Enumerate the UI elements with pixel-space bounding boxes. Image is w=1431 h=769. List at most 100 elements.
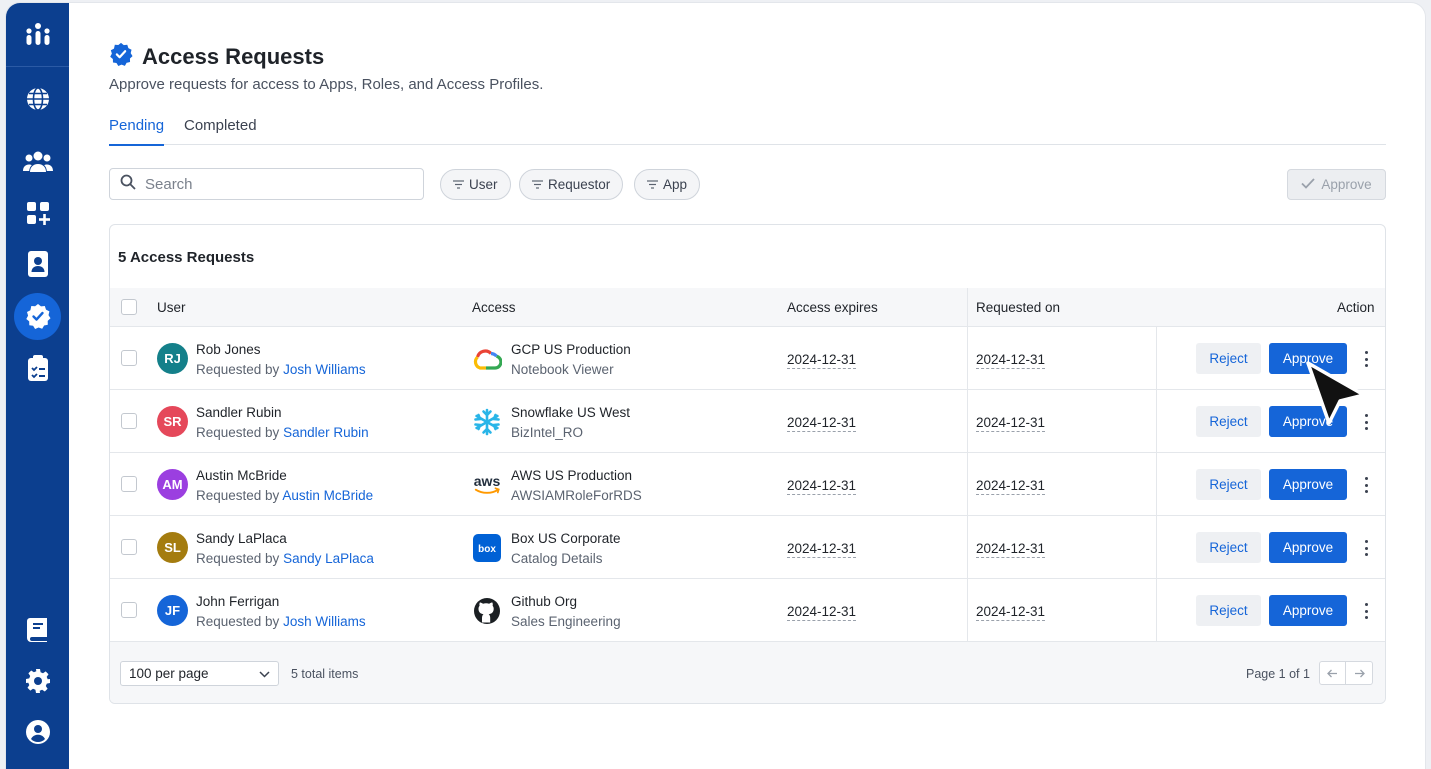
aws-logo-text: aws [474,473,501,489]
more-options-icon[interactable] [1360,475,1372,495]
requests-count-title: 5 Access Requests [118,249,255,266]
reject-button[interactable]: Reject [1196,595,1261,626]
app-name: Snowflake US West [511,405,631,420]
requested-on-date[interactable]: 2024-12-31 [976,478,1046,495]
users-icon[interactable] [6,140,69,184]
aws-icon: aws [472,470,502,500]
requestor-link[interactable]: Sandler Rubin [283,425,369,440]
filter-requestor-button[interactable]: Requestor [519,169,624,200]
avatar: SR [157,406,188,437]
column-user: User [157,300,186,315]
row-checkbox[interactable] [121,350,137,366]
page-header: Access Requests [109,42,324,71]
profile-icon[interactable] [6,710,69,754]
table-header: User Access Access expires Requested on … [110,288,1385,327]
app-name: GCP US Production [511,342,631,357]
brand-logo[interactable] [6,3,69,67]
app-role: Sales Engineering [511,614,621,629]
next-page-button[interactable] [1346,661,1373,685]
check-icon [1301,177,1315,192]
search-icon [120,174,136,195]
approve-button[interactable]: Approve [1269,532,1347,563]
table-row: SR Sandler Rubin Requested by Sandler Ru… [110,390,1385,453]
search-box [109,168,424,200]
book-icon[interactable] [6,608,69,652]
requested-on-date[interactable]: 2024-12-31 [976,415,1046,432]
table-row: JF John Ferrigan Requested by Josh Willi… [110,579,1385,642]
table-row: SL Sandy LaPlaca Requested by Sandy LaPl… [110,516,1385,579]
requested-by: Requested by Austin McBride [196,488,373,503]
arrow-left-icon [1327,666,1338,681]
filter-user-label: User [469,177,498,192]
user-name: Austin McBride [196,468,287,483]
access-expires-date[interactable]: 2024-12-31 [787,541,857,558]
requested-on-date[interactable]: 2024-12-31 [976,352,1046,369]
app-role: BizIntel_RO [511,425,584,440]
requested-on-date[interactable]: 2024-12-31 [976,541,1046,558]
column-access: Access [472,300,516,315]
access-expires-date[interactable]: 2024-12-31 [787,478,857,495]
reject-button[interactable]: Reject [1196,469,1261,500]
per-page-select[interactable]: 100 per page [120,661,279,686]
avatar: AM [157,469,188,500]
user-name: John Ferrigan [196,594,280,609]
more-options-icon[interactable] [1360,601,1372,621]
prev-page-button[interactable] [1319,661,1346,685]
reject-button[interactable]: Reject [1196,532,1261,563]
snowflake-icon [472,407,502,437]
requestor-link[interactable]: Josh Williams [283,362,366,377]
approve-button[interactable]: Approve [1269,469,1347,500]
globe-icon[interactable] [6,77,69,121]
tab-pending[interactable]: Pending [109,117,165,146]
page-info: Page 1 of 1 [1246,667,1310,681]
filter-icon [532,177,543,192]
requested-by: Requested by Sandy LaPlaca [196,551,374,566]
row-checkbox[interactable] [121,539,137,555]
row-checkbox[interactable] [121,476,137,492]
filter-app-button[interactable]: App [634,169,701,200]
filter-user-button[interactable]: User [440,169,511,200]
bulk-approve-button[interactable]: Approve [1287,169,1386,200]
requested-by: Requested by Josh Williams [196,614,366,629]
requested-by-prefix: Requested by [196,551,280,566]
access-expires-date[interactable]: 2024-12-31 [787,415,857,432]
mouse-pointer-icon [1303,359,1379,431]
clipboard-checklist-icon[interactable] [6,346,69,390]
app-role: AWSIAMRoleForRDS [511,488,642,503]
row-checkbox[interactable] [121,413,137,429]
apps-add-icon[interactable] [6,191,69,235]
app-name: AWS US Production [511,468,633,483]
column-requested-on: Requested on [976,300,1061,315]
requestor-link[interactable]: Josh Williams [283,614,366,629]
requestor-link[interactable]: Austin McBride [282,488,373,503]
approve-button[interactable]: Approve [1269,595,1347,626]
page-subtitle: Approve requests for access to Apps, Rol… [109,76,544,93]
search-input[interactable] [145,175,405,193]
avatar: SL [157,532,188,563]
requestor-link[interactable]: Sandy LaPlaca [283,551,374,566]
requested-by: Requested by Josh Williams [196,362,366,377]
app-name: Box US Corporate [511,531,621,546]
table-row: AM Austin McBride Requested by Austin Mc… [110,453,1385,516]
more-options-icon[interactable] [1360,538,1372,558]
gear-icon[interactable] [6,659,69,703]
reject-button[interactable]: Reject [1196,343,1261,374]
box-logo-text: box [478,544,496,555]
row-checkbox[interactable] [121,602,137,618]
total-items: 5 total items [291,667,359,681]
column-access-expires: Access expires [787,300,878,315]
select-all-checkbox[interactable] [121,299,137,315]
requested-by-prefix: Requested by [196,614,280,629]
tab-completed[interactable]: Completed [184,117,257,134]
gcp-icon [472,344,502,374]
requested-by-prefix: Requested by [196,425,280,440]
access-expires-date[interactable]: 2024-12-31 [787,352,857,369]
access-expires-date[interactable]: 2024-12-31 [787,604,857,621]
access-requests-nav[interactable] [6,292,69,340]
app-window: Access Requests Approve requests for acc… [6,3,1425,769]
github-icon [472,596,502,626]
reject-button[interactable]: Reject [1196,406,1261,437]
requested-on-date[interactable]: 2024-12-31 [976,604,1046,621]
app-role: Catalog Details [511,551,603,566]
directory-icon[interactable] [6,242,69,286]
